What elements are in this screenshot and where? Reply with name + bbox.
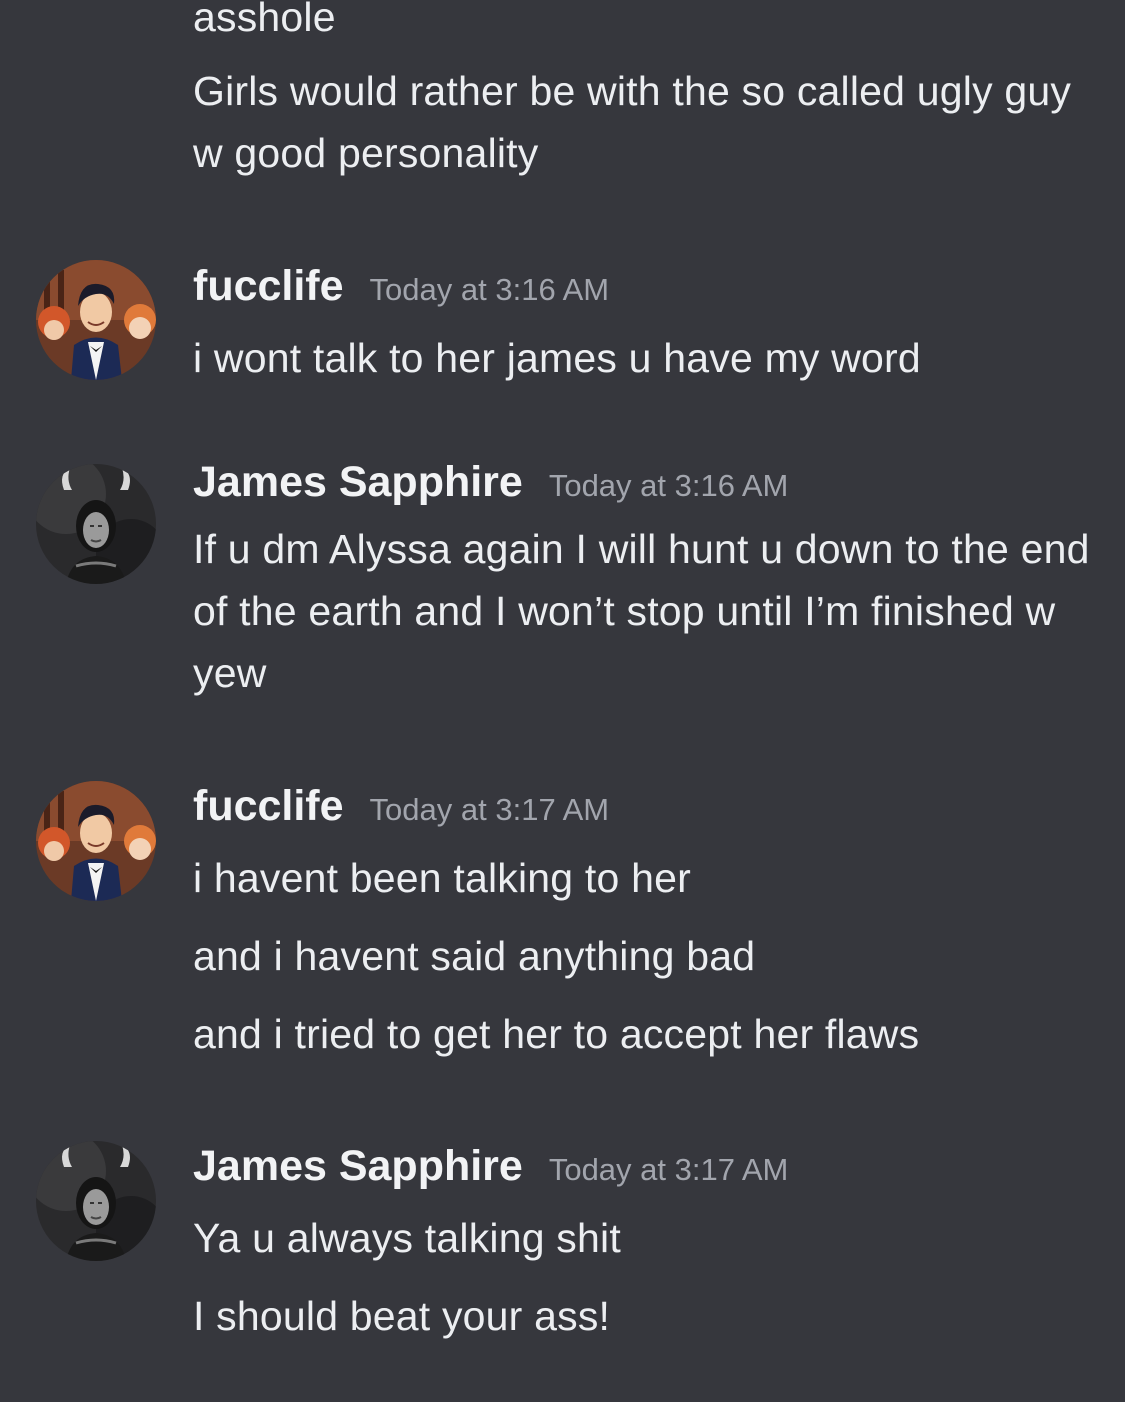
- message-line: asshole: [193, 0, 336, 40]
- message-line: and i havent said anything bad: [193, 933, 756, 979]
- timestamp[interactable]: Today at 3:17 AM: [549, 1152, 789, 1188]
- message-line: i havent been talking to her: [193, 855, 691, 901]
- message-header: fucclife Today at 3:16 AM: [193, 262, 609, 311]
- message-line: I should beat your ass!: [193, 1293, 611, 1339]
- user-avatar[interactable]: [36, 1141, 156, 1261]
- message-header: James Sapphire Today at 3:16 AM: [193, 458, 788, 507]
- username[interactable]: James Sapphire: [193, 1142, 523, 1191]
- comic-man-tuxedo-icon: [36, 260, 156, 380]
- timestamp[interactable]: Today at 3:16 AM: [370, 272, 610, 308]
- dark-horned-figure-icon: [36, 1141, 156, 1261]
- username[interactable]: fucclife: [193, 262, 344, 311]
- message-line: i wont talk to her james u have my word: [193, 335, 921, 381]
- message-line: If u dm Alyssa again I will hunt u down …: [193, 526, 1090, 696]
- username[interactable]: James Sapphire: [193, 458, 523, 507]
- timestamp[interactable]: Today at 3:16 AM: [549, 468, 789, 504]
- chat-message-list: asshole Girls would rather be with the s…: [0, 0, 1125, 1402]
- message-line: and i tried to get her to accept her fla…: [193, 1011, 920, 1057]
- message-header: fucclife Today at 3:17 AM: [193, 782, 609, 831]
- username[interactable]: fucclife: [193, 782, 344, 831]
- comic-man-tuxedo-icon: [36, 781, 156, 901]
- user-avatar[interactable]: [36, 781, 156, 901]
- dark-horned-figure-icon: [36, 464, 156, 584]
- message-line: Ya u always talking shit: [193, 1215, 621, 1261]
- message-header: James Sapphire Today at 3:17 AM: [193, 1142, 788, 1191]
- message-line: Girls would rather be with the so called…: [193, 68, 1072, 176]
- timestamp[interactable]: Today at 3:17 AM: [370, 792, 610, 828]
- user-avatar[interactable]: [36, 260, 156, 380]
- user-avatar[interactable]: [36, 464, 156, 584]
